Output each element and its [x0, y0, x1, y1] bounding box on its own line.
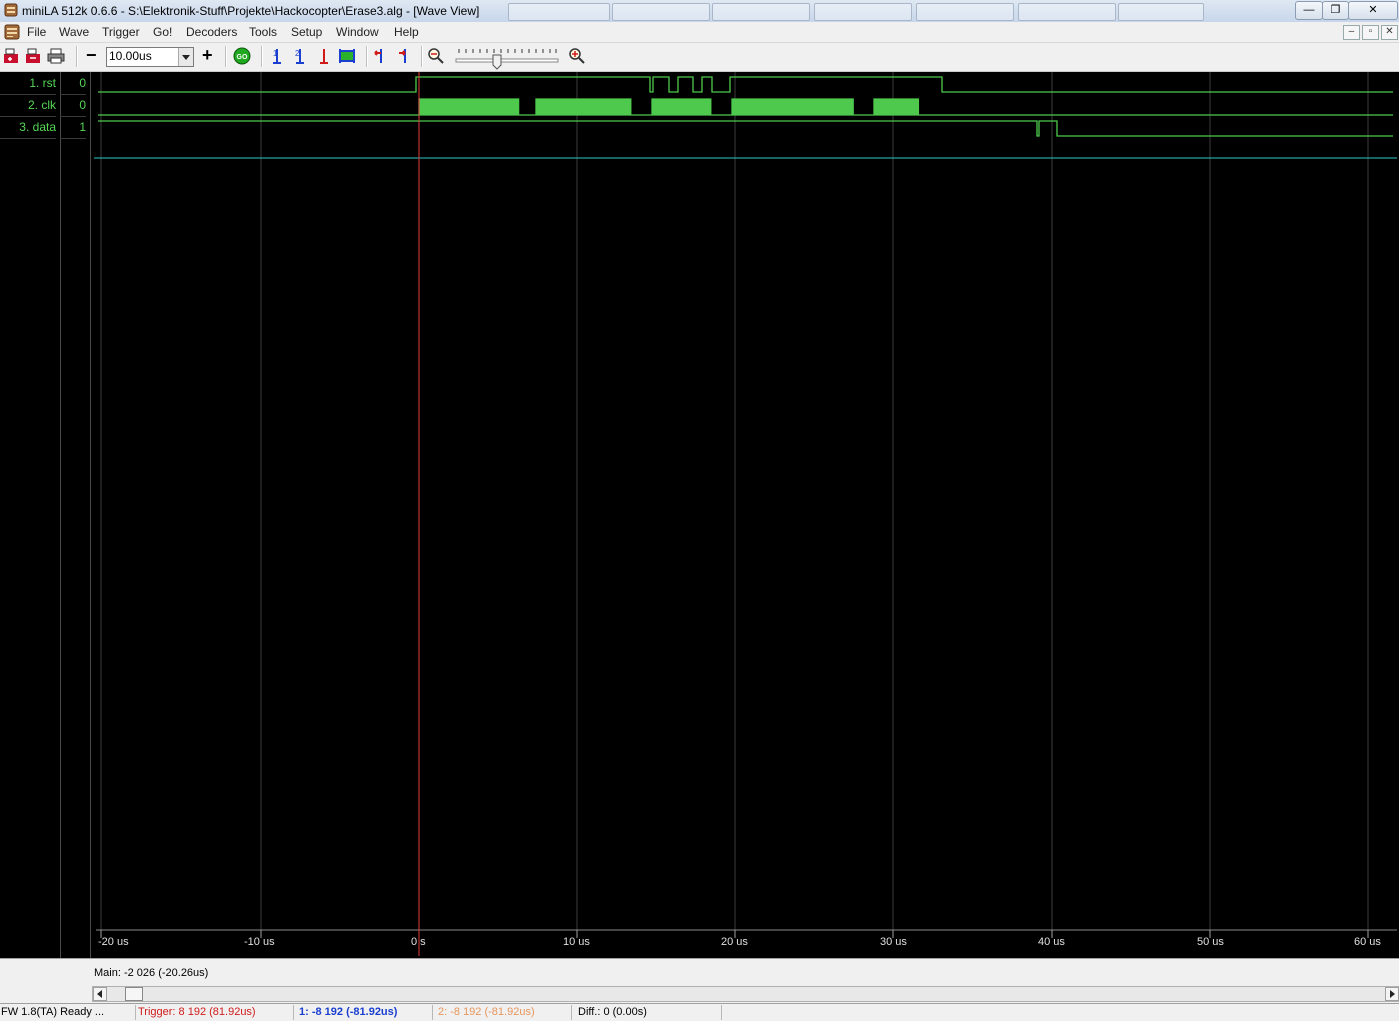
title-bar: miniLA 512k 0.6.6 - S:\Elektronik-Stuff\…	[0, 0, 1399, 23]
menu-decoders[interactable]: Decoders	[186, 25, 237, 39]
tick-label: 40 us	[1038, 936, 1065, 948]
go-label: GO	[237, 54, 248, 61]
tick-label: 20 us	[721, 936, 748, 948]
waveform-rst	[98, 76, 1393, 93]
menu-trigger[interactable]: Trigger	[102, 25, 140, 39]
chevron-left-icon	[97, 990, 102, 998]
tick-label: 10 us	[563, 936, 590, 948]
zoom-in-icon[interactable]	[568, 47, 586, 65]
zoom-out-icon[interactable]	[427, 47, 445, 65]
status-diff: Diff.: 0 (0.00s)	[578, 1005, 722, 1020]
position-panel: Main: -2 026 (-20.26us)	[0, 958, 1399, 1003]
taskbar-ghost-tab	[508, 3, 610, 21]
zoom-in-button[interactable]: +	[202, 45, 213, 66]
toolbar-separator	[225, 46, 227, 67]
zoom-slider-thumb[interactable]	[492, 54, 502, 70]
print-icon[interactable]	[47, 47, 65, 65]
menu-help[interactable]: Help	[394, 25, 419, 39]
scroll-left-arrow[interactable]	[93, 987, 107, 1001]
menu-go[interactable]: Go!	[153, 25, 172, 39]
mdi-minimize-button[interactable]: –	[1343, 25, 1360, 40]
main-position: Main: -2 026 (-20.26us)	[94, 967, 209, 979]
toolbar: − + GO 1 2	[0, 43, 1399, 72]
window-close-button[interactable]: ✕	[1348, 1, 1398, 20]
menu-tools[interactable]: Tools	[249, 25, 277, 39]
zoom-select[interactable]	[106, 47, 194, 67]
channel-name-data[interactable]: 3. data	[0, 116, 56, 139]
trigger-cursor-icon[interactable]	[315, 47, 333, 65]
waveform-data	[98, 120, 1393, 137]
channel-names-column: 1. rst 2. clk 3. data	[0, 72, 61, 958]
menu-window[interactable]: Window	[336, 25, 379, 39]
tick-label: 0 s	[411, 936, 426, 948]
scroll-right-arrow[interactable]	[1385, 987, 1399, 1001]
waveform-clk	[98, 98, 1393, 116]
status-trigger: Trigger: 8 192 (81.92us)	[138, 1005, 294, 1020]
tick-label: -10 us	[244, 936, 275, 948]
channel-name-rst[interactable]: 1. rst	[0, 72, 56, 95]
wave-view[interactable]: 1. rst 2. clk 3. data 0 0 1 -20 us -10 u…	[0, 72, 1399, 958]
channel-value-rst: 0	[60, 72, 86, 95]
menu-bar: File Wave Trigger Go! Decoders Tools Set…	[0, 22, 1399, 43]
open-icon[interactable]	[2, 47, 20, 65]
app-icon	[4, 3, 18, 17]
toolbar-separator	[366, 46, 368, 67]
chevron-right-icon	[1390, 990, 1395, 998]
zoom-dropdown-button[interactable]	[178, 48, 193, 66]
status-firmware: FW 1.8(TA) Ready ...	[1, 1005, 136, 1020]
tick-label: 50 us	[1197, 936, 1224, 948]
horizontal-scrollbar[interactable]	[92, 986, 1399, 1002]
channel-values-column: 0 0 1	[60, 72, 91, 958]
zoom-out-button[interactable]: −	[86, 45, 97, 66]
cursor2-icon[interactable]: 2	[291, 47, 309, 65]
taskbar-ghost-tab	[814, 3, 912, 21]
chevron-down-icon	[182, 55, 190, 60]
svg-text:1: 1	[273, 49, 278, 58]
zoom-input[interactable]	[108, 48, 178, 64]
mdi-close-button[interactable]: ✕	[1381, 25, 1398, 40]
status-cursor2: 2: -8 192 (-81.92us)	[438, 1005, 572, 1020]
status-bar: FW 1.8(TA) Ready ... Trigger: 8 192 (81.…	[0, 1003, 1399, 1021]
taskbar-ghost-tab	[1018, 3, 1116, 21]
window-minimize-button[interactable]: —	[1295, 1, 1323, 20]
time-grid	[100, 72, 1369, 930]
cursor1-icon[interactable]: 1	[268, 47, 286, 65]
svg-text:2: 2	[295, 49, 300, 58]
taskbar-ghost-tab	[1118, 3, 1204, 21]
taskbar-ghost-tab	[612, 3, 710, 21]
status-cursor1: 1: -8 192 (-81.92us)	[299, 1005, 433, 1020]
taskbar-ghost-tab	[916, 3, 1014, 21]
channel-value-clk: 0	[60, 94, 86, 117]
toolbar-separator	[421, 46, 423, 67]
tick-label: 30 us	[880, 936, 907, 948]
waveform-canvas[interactable]	[91, 72, 1399, 958]
scrollbar-thumb[interactable]	[125, 987, 143, 1001]
mdi-restore-button[interactable]: ▫	[1362, 25, 1379, 40]
window-restore-button[interactable]: ❐	[1322, 1, 1349, 20]
save-icon[interactable]	[24, 47, 42, 65]
menu-file[interactable]: File	[27, 25, 46, 39]
document-icon[interactable]	[4, 24, 20, 40]
menu-setup[interactable]: Setup	[291, 25, 322, 39]
tick-label: -20 us	[98, 936, 129, 948]
toolbar-separator	[76, 46, 78, 67]
window-title: miniLA 512k 0.6.6 - S:\Elektronik-Stuff\…	[22, 4, 480, 18]
fit-cursors-icon[interactable]	[338, 47, 356, 65]
taskbar-ghost-tab	[712, 3, 810, 21]
goto-right-icon[interactable]	[395, 47, 413, 65]
go-button[interactable]: GO	[233, 47, 251, 65]
menu-wave[interactable]: Wave	[59, 25, 89, 39]
channel-name-clk[interactable]: 2. clk	[0, 94, 56, 117]
toolbar-separator	[261, 46, 263, 67]
goto-left-icon[interactable]	[373, 47, 391, 65]
tick-label: 60 us	[1354, 936, 1381, 948]
zoom-slider[interactable]	[455, 46, 559, 70]
channel-value-data: 1	[60, 116, 86, 139]
